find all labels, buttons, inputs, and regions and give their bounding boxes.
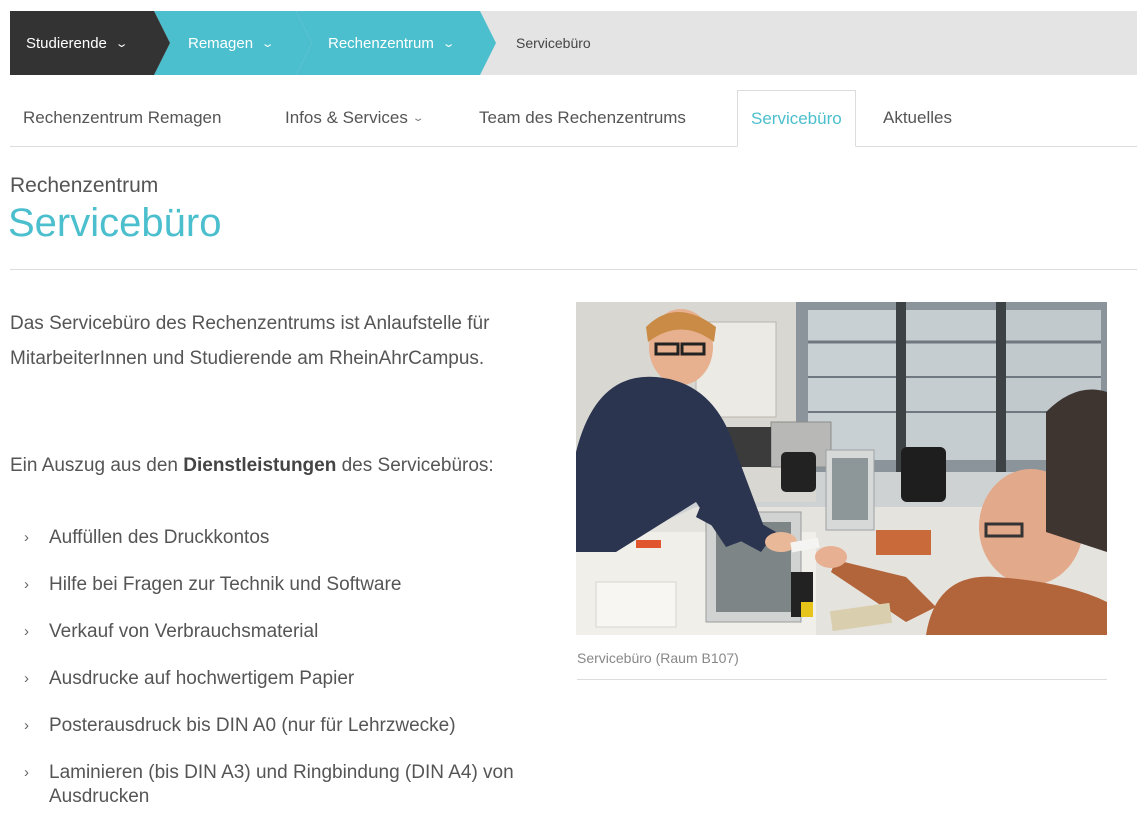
breadcrumb-label: Rechenzentrum (328, 34, 434, 52)
list-item-text: Laminieren (bis DIN A3) und Ringbindung … (49, 762, 514, 807)
list-item-text: Auffüllen des Druckkontos (49, 527, 270, 548)
list-item: › Hilfe bei Fragen zur Technik und Softwa… (24, 573, 564, 597)
services-list: › Auffüllen des Druckkontos › Hilfe bei Fr… (24, 526, 564, 832)
tab-label: Aktuelles (883, 108, 952, 127)
breadcrumb-studierende[interactable]: Studierende ⌄ (10, 11, 170, 75)
list-item-text: Posterausdruck bis DIN A0 (nur für Lehrz… (49, 715, 456, 736)
chevron-right-icon: › (24, 529, 29, 546)
intro-paragraph: Das Servicebüro des Rechenzentrums ist A… (10, 313, 490, 369)
list-item-text: Verkauf von Verbrauchsmaterial (49, 621, 319, 642)
list-item: › Verkauf von Verbrauchsmaterial (24, 620, 564, 644)
chevron-right-icon: › (24, 717, 29, 734)
page-kicker: Rechenzentrum (10, 174, 159, 197)
divider (577, 679, 1107, 680)
list-item: › Posterausdruck bis DIN A0 (nur für Lehr… (24, 714, 564, 738)
breadcrumb-rechenzentrum[interactable]: Rechenzentrum ⌄ (296, 11, 496, 75)
chevron-down-icon: ⌄ (260, 37, 275, 50)
breadcrumb: Studierende ⌄ Remagen ⌄ Rechenzentrum ⌄ … (10, 11, 1137, 75)
breadcrumb-remagen[interactable]: Remagen ⌄ (154, 11, 312, 75)
tab-label: Team des Rechenzentrums (479, 108, 686, 127)
breadcrumb-label: Remagen (188, 34, 254, 52)
list-item: › Auffüllen des Druckkontos (24, 526, 564, 550)
chevron-right-icon: › (24, 576, 29, 593)
chevron-right-icon: › (24, 764, 29, 781)
photo-caption: Servicebüro (Raum B107) (577, 650, 739, 666)
lead-text: Ein Auszug aus den (10, 455, 184, 476)
tab-servicebuero[interactable]: Servicebüro (737, 90, 856, 147)
chevron-down-icon: ⌄ (114, 37, 129, 50)
tab-infos-services[interactable]: Infos & Services ⌄ (285, 90, 425, 146)
tab-team[interactable]: Team des Rechenzentrums (479, 90, 686, 146)
lead-bold: Dienstleistungen (183, 455, 337, 476)
breadcrumb-label: Studierende (26, 34, 107, 52)
section-nav: Rechenzentrum Remagen Infos & Services ⌄… (10, 90, 1137, 147)
chevron-right-icon: › (24, 623, 29, 640)
chevron-right-icon: › (24, 670, 29, 687)
list-item-text: Ausdrucke auf hochwertigem Papier (49, 668, 355, 689)
chevron-down-icon: ⌄ (411, 112, 425, 124)
tab-rechenzentrum-remagen[interactable]: Rechenzentrum Remagen (23, 90, 221, 146)
tab-aktuelles[interactable]: Aktuelles (883, 90, 952, 146)
services-lead: Ein Auszug aus den Dienstleistungen des … (10, 448, 570, 483)
chevron-down-icon: ⌄ (441, 37, 456, 50)
service-office-photo (576, 302, 1107, 635)
tab-label: Infos & Services (285, 108, 408, 127)
tab-label: Rechenzentrum Remagen (23, 108, 222, 127)
lead-text: des Servicebüros: (336, 455, 494, 476)
breadcrumb-current: Servicebüro (516, 35, 591, 51)
page-title: Servicebüro (8, 201, 222, 245)
list-item: › Ausdrucke auf hochwertigem Papier (24, 667, 564, 691)
list-item-text: Hilfe bei Fragen zur Technik und Softwar… (49, 574, 402, 595)
list-item: › Laminieren (bis DIN A3) und Ringbindung… (24, 761, 564, 809)
divider (10, 269, 1137, 270)
tab-label: Servicebüro (751, 108, 842, 128)
